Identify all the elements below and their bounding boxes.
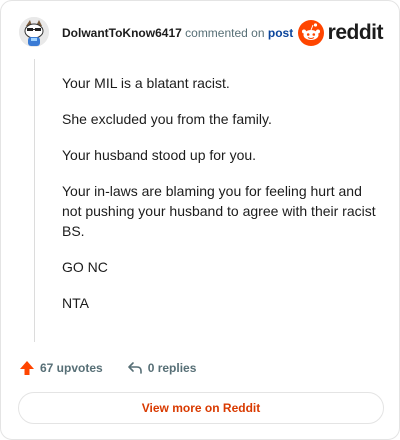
comment-paragraph: NTA bbox=[62, 295, 89, 311]
reddit-logo-icon bbox=[297, 20, 324, 46]
embedded-comment-card: DolwantToKnow6417 commented on post redd… bbox=[0, 0, 400, 440]
reply-button[interactable]: 0 replies bbox=[127, 360, 197, 376]
comment-paragraph: GO NC bbox=[62, 259, 108, 275]
upvote-arrow-icon bbox=[20, 361, 34, 375]
comment-actions: 67 upvotes 0 replies bbox=[19, 358, 196, 378]
reddit-wordmark: reddit bbox=[327, 21, 384, 44]
thread-line bbox=[34, 59, 35, 342]
comment-paragraph: She excluded you from the family. bbox=[62, 111, 272, 127]
post-link[interactable]: post bbox=[268, 26, 293, 40]
view-more-button[interactable]: View more on Reddit bbox=[18, 392, 384, 424]
commented-on-text: commented on bbox=[185, 26, 265, 40]
comment-byline: DolwantToKnow6417 commented on post bbox=[62, 26, 293, 40]
comment-paragraph: Your husband stood up for you. bbox=[62, 147, 257, 163]
comment-paragraph: Your MIL is a blatant racist. bbox=[62, 75, 230, 91]
upvote-button[interactable]: 67 upvotes bbox=[19, 360, 103, 376]
user-avatar[interactable] bbox=[19, 17, 49, 47]
username-link[interactable]: DolwantToKnow6417 bbox=[62, 26, 182, 40]
comment-paragraph: Your in-laws are blaming you for feeling… bbox=[62, 183, 376, 239]
comment-body: Your MIL is a blatant racist. She exclud… bbox=[62, 73, 382, 329]
upvote-count: 67 upvotes bbox=[40, 361, 103, 375]
reply-arrow-icon bbox=[127, 362, 142, 374]
reply-count: 0 replies bbox=[147, 361, 197, 375]
comment-header: DolwantToKnow6417 commented on post redd… bbox=[19, 17, 384, 51]
reddit-brand[interactable]: reddit bbox=[297, 18, 384, 48]
